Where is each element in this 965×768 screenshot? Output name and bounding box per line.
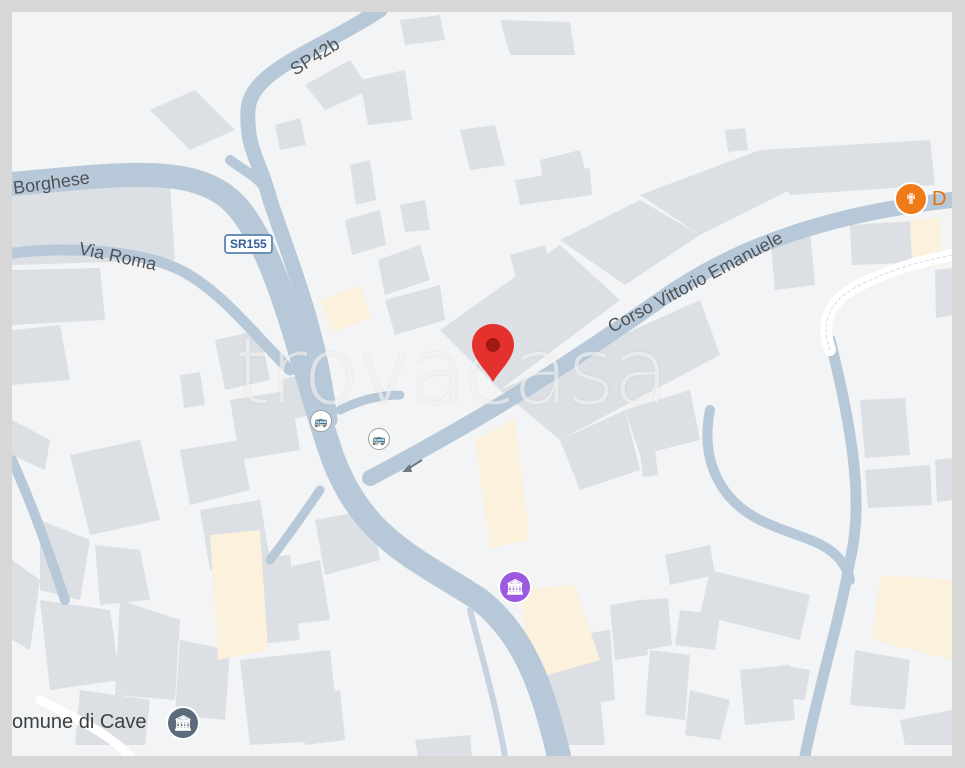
- museum-icon[interactable]: 🏛: [500, 572, 530, 602]
- location-pin-icon[interactable]: [468, 322, 518, 384]
- route-shield-sr155: SR155: [224, 234, 273, 254]
- bus-stop-icon[interactable]: 🚌: [310, 410, 332, 432]
- map-view[interactable]: Borghese Via Roma Corso Vittorio Emanuel…: [12, 12, 952, 756]
- bus-stop-icon[interactable]: 🚌: [368, 428, 390, 450]
- map-canvas[interactable]: Borghese Via Roma Corso Vittorio Emanuel…: [12, 12, 952, 756]
- place-label-comune[interactable]: omune di Cave: [12, 711, 147, 734]
- fork-knife-icon[interactable]: ✟: [896, 184, 926, 214]
- restaurant-label[interactable]: D: [932, 188, 946, 211]
- townhall-icon[interactable]: 🏛: [168, 708, 198, 738]
